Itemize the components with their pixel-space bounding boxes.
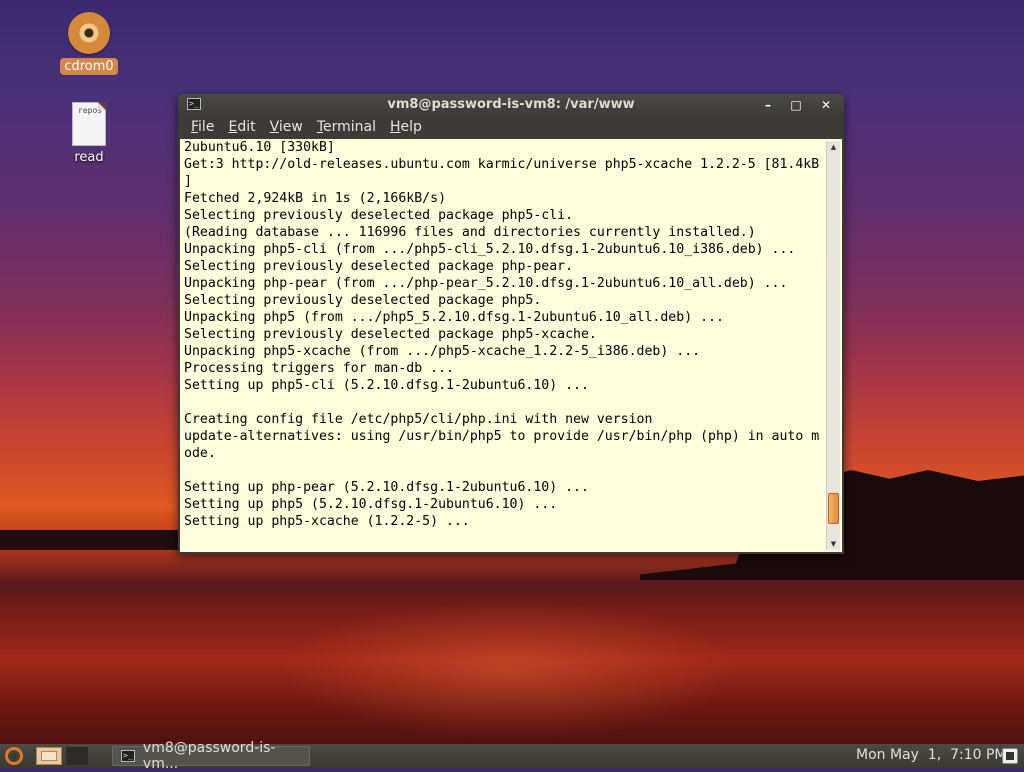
- workspace-switcher[interactable]: [66, 747, 88, 765]
- window-titlebar[interactable]: >_ vm8@password-is-vm8: /var/www – □ ✕: [178, 94, 844, 116]
- terminal-window[interactable]: >_ vm8@password-is-vm8: /var/www – □ ✕ F…: [178, 94, 844, 554]
- menu-help-accel: H: [390, 119, 401, 135]
- cdrom-icon: [68, 12, 110, 54]
- menu-bar: File Edit View Terminal Help: [178, 116, 844, 138]
- terminal-output[interactable]: 2ubuntu6.10 [330kB] Get:3 http://old-rel…: [180, 139, 824, 551]
- menu-edit-accel: E: [228, 119, 238, 135]
- menu-help-label: elp: [400, 119, 422, 135]
- landscape-shore: [0, 530, 200, 550]
- menu-terminal-label: erminal: [323, 119, 376, 135]
- menu-file-label: ile: [198, 119, 215, 135]
- close-button[interactable]: ✕: [818, 97, 834, 113]
- show-desktop-icon[interactable]: [36, 747, 62, 765]
- bottom-panel: >_ vm8@password-is-vm... Mon May 1, 7:10…: [0, 740, 1024, 772]
- menu-file[interactable]: File: [184, 117, 221, 137]
- desktop-icon-label: cdrom0: [60, 58, 118, 75]
- window-title: vm8@password-is-vm8: /var/www: [387, 97, 635, 112]
- menu-help[interactable]: Help: [383, 117, 429, 137]
- terminal-icon: >_: [121, 750, 135, 762]
- taskbar-item-terminal[interactable]: >_ vm8@password-is-vm...: [112, 740, 310, 772]
- terminal-area[interactable]: 2ubuntu6.10 [330kB] Get:3 http://old-rel…: [180, 139, 842, 552]
- desktop-icon-read[interactable]: repos read: [62, 102, 116, 165]
- terminal-scrollbar[interactable]: ▲ ▼: [826, 141, 840, 550]
- desktop-icon-cdrom[interactable]: cdrom0: [58, 12, 120, 75]
- ubuntu-logo-icon[interactable]: [5, 747, 23, 765]
- menu-view[interactable]: View: [263, 117, 310, 137]
- minimize-button[interactable]: –: [760, 97, 776, 113]
- taskbar-item-label: vm8@password-is-vm...: [142, 740, 276, 772]
- scroll-up-arrow-icon[interactable]: ▲: [827, 141, 840, 153]
- power-icon[interactable]: [1002, 748, 1018, 764]
- desktop-icon-label: read: [74, 150, 104, 165]
- text-file-icon: repos: [72, 102, 106, 146]
- water-reflection: [280, 600, 740, 740]
- menu-view-label: iew: [278, 119, 303, 135]
- scroll-down-arrow-icon[interactable]: ▼: [827, 538, 840, 550]
- scrollbar-thumb[interactable]: [828, 493, 839, 524]
- menu-edit-label: dit: [237, 119, 256, 135]
- clock[interactable]: Mon May 1, 7:10 PM: [856, 747, 1006, 763]
- maximize-button[interactable]: □: [788, 97, 804, 113]
- file-preview-text: repos: [78, 106, 103, 115]
- menu-edit[interactable]: Edit: [221, 117, 262, 137]
- menu-file-accel: F: [191, 119, 199, 135]
- menu-view-accel: V: [269, 119, 279, 135]
- menu-terminal[interactable]: Terminal: [310, 117, 383, 137]
